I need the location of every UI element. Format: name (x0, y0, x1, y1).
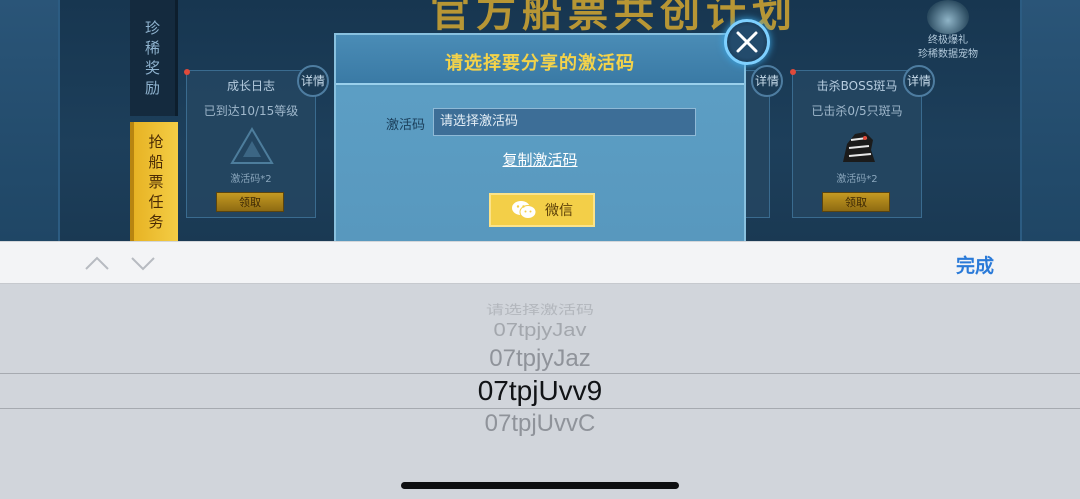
copy-code-link[interactable]: 复制激活码 (336, 149, 744, 170)
code-label: 激活码 (386, 118, 426, 133)
corner-gift-promo[interactable]: 终极爆礼 珍稀数据宠物 (908, 0, 988, 66)
level-emblem-icon (230, 127, 274, 164)
card-reward: 激活码*2 (230, 174, 272, 185)
share-code-dialog: 请选择要分享的激活码 激活码 请选择激活码 复制激活码 微信 (334, 33, 746, 241)
chevron-up-icon[interactable] (84, 253, 110, 273)
chevron-down-icon[interactable] (130, 253, 156, 273)
card-title: 成长日志 (226, 79, 275, 93)
picker-option[interactable]: 07tpjyJaz (0, 345, 1080, 373)
close-icon (736, 31, 758, 53)
detail-button[interactable]: 详情 (297, 65, 329, 97)
code-select-field[interactable]: 请选择激活码 (433, 108, 696, 136)
tab-ticket-tasks[interactable]: 抢 船 票 任 务 (130, 122, 178, 241)
code-picker-wheel[interactable]: 请选择激活码 07tpjyJav 07tpjyJaz 07tpjUvv9 07t… (0, 284, 1080, 499)
pet-icon (927, 0, 969, 34)
card-title: 击杀BOSS斑马 (816, 79, 898, 93)
detail-button[interactable]: 详情 (751, 65, 783, 97)
left-nav: 珍 稀 奖 励 抢 船 票 任 务 (130, 0, 178, 241)
tab-char: 珍 (144, 19, 160, 37)
notification-dot (184, 69, 190, 75)
home-indicator[interactable] (401, 482, 679, 489)
task-card-growth-log: 成长日志 已到达10/15等级 激活码*2 领取 详情 (184, 65, 329, 218)
picker-toolbar: 完成 (0, 241, 1080, 284)
tab-char: 任 (148, 192, 164, 211)
dialog-body: 激活码 请选择激活码 复制激活码 微信 (336, 87, 744, 241)
zebra-boss-icon (843, 132, 875, 162)
tab-char: 稀 (144, 39, 160, 57)
picker-option-selected[interactable]: 07tpjUvv9 (0, 375, 1080, 407)
tab-char: 抢 (148, 132, 164, 151)
wechat-icon (512, 201, 537, 219)
tab-rare-rewards[interactable]: 珍 稀 奖 励 (130, 0, 178, 116)
dialog-header: 请选择要分享的激活码 (336, 35, 744, 85)
card-progress: 已到达10/15等级 (203, 104, 299, 118)
selection-divider (0, 373, 1080, 374)
done-button[interactable]: 完成 (956, 251, 994, 278)
close-dialog-button[interactable] (724, 19, 770, 65)
tab-char: 票 (148, 172, 164, 191)
picker-option[interactable]: 07tpjyJav (0, 319, 1080, 341)
task-card-kill-boss: 击杀BOSS斑马 已击杀0/5只斑马 激活码*2 领取 详情 (790, 65, 935, 218)
notification-dot (790, 69, 796, 75)
picker-option[interactable]: 请选择激活码 (0, 300, 1080, 318)
tab-char: 奖 (144, 59, 160, 77)
promo-line: 终极爆礼 (928, 35, 968, 46)
selection-divider (0, 408, 1080, 409)
promo-line: 珍稀数据宠物 (918, 49, 978, 60)
claim-button[interactable]: 领取 (822, 192, 890, 212)
card-reward: 激活码*2 (836, 174, 878, 185)
claim-button[interactable]: 领取 (216, 192, 284, 212)
detail-button[interactable]: 详情 (903, 65, 935, 97)
wechat-share-button[interactable]: 微信 (489, 193, 595, 227)
picker-option[interactable]: 07tpjUvvC (0, 410, 1080, 438)
wechat-label: 微信 (545, 203, 573, 219)
tab-char: 励 (144, 79, 160, 97)
tab-char: 船 (148, 152, 164, 171)
card-progress: 已击杀0/5只斑马 (811, 104, 903, 118)
tab-char: 务 (148, 212, 164, 231)
dialog-title: 请选择要分享的激活码 (445, 53, 635, 74)
